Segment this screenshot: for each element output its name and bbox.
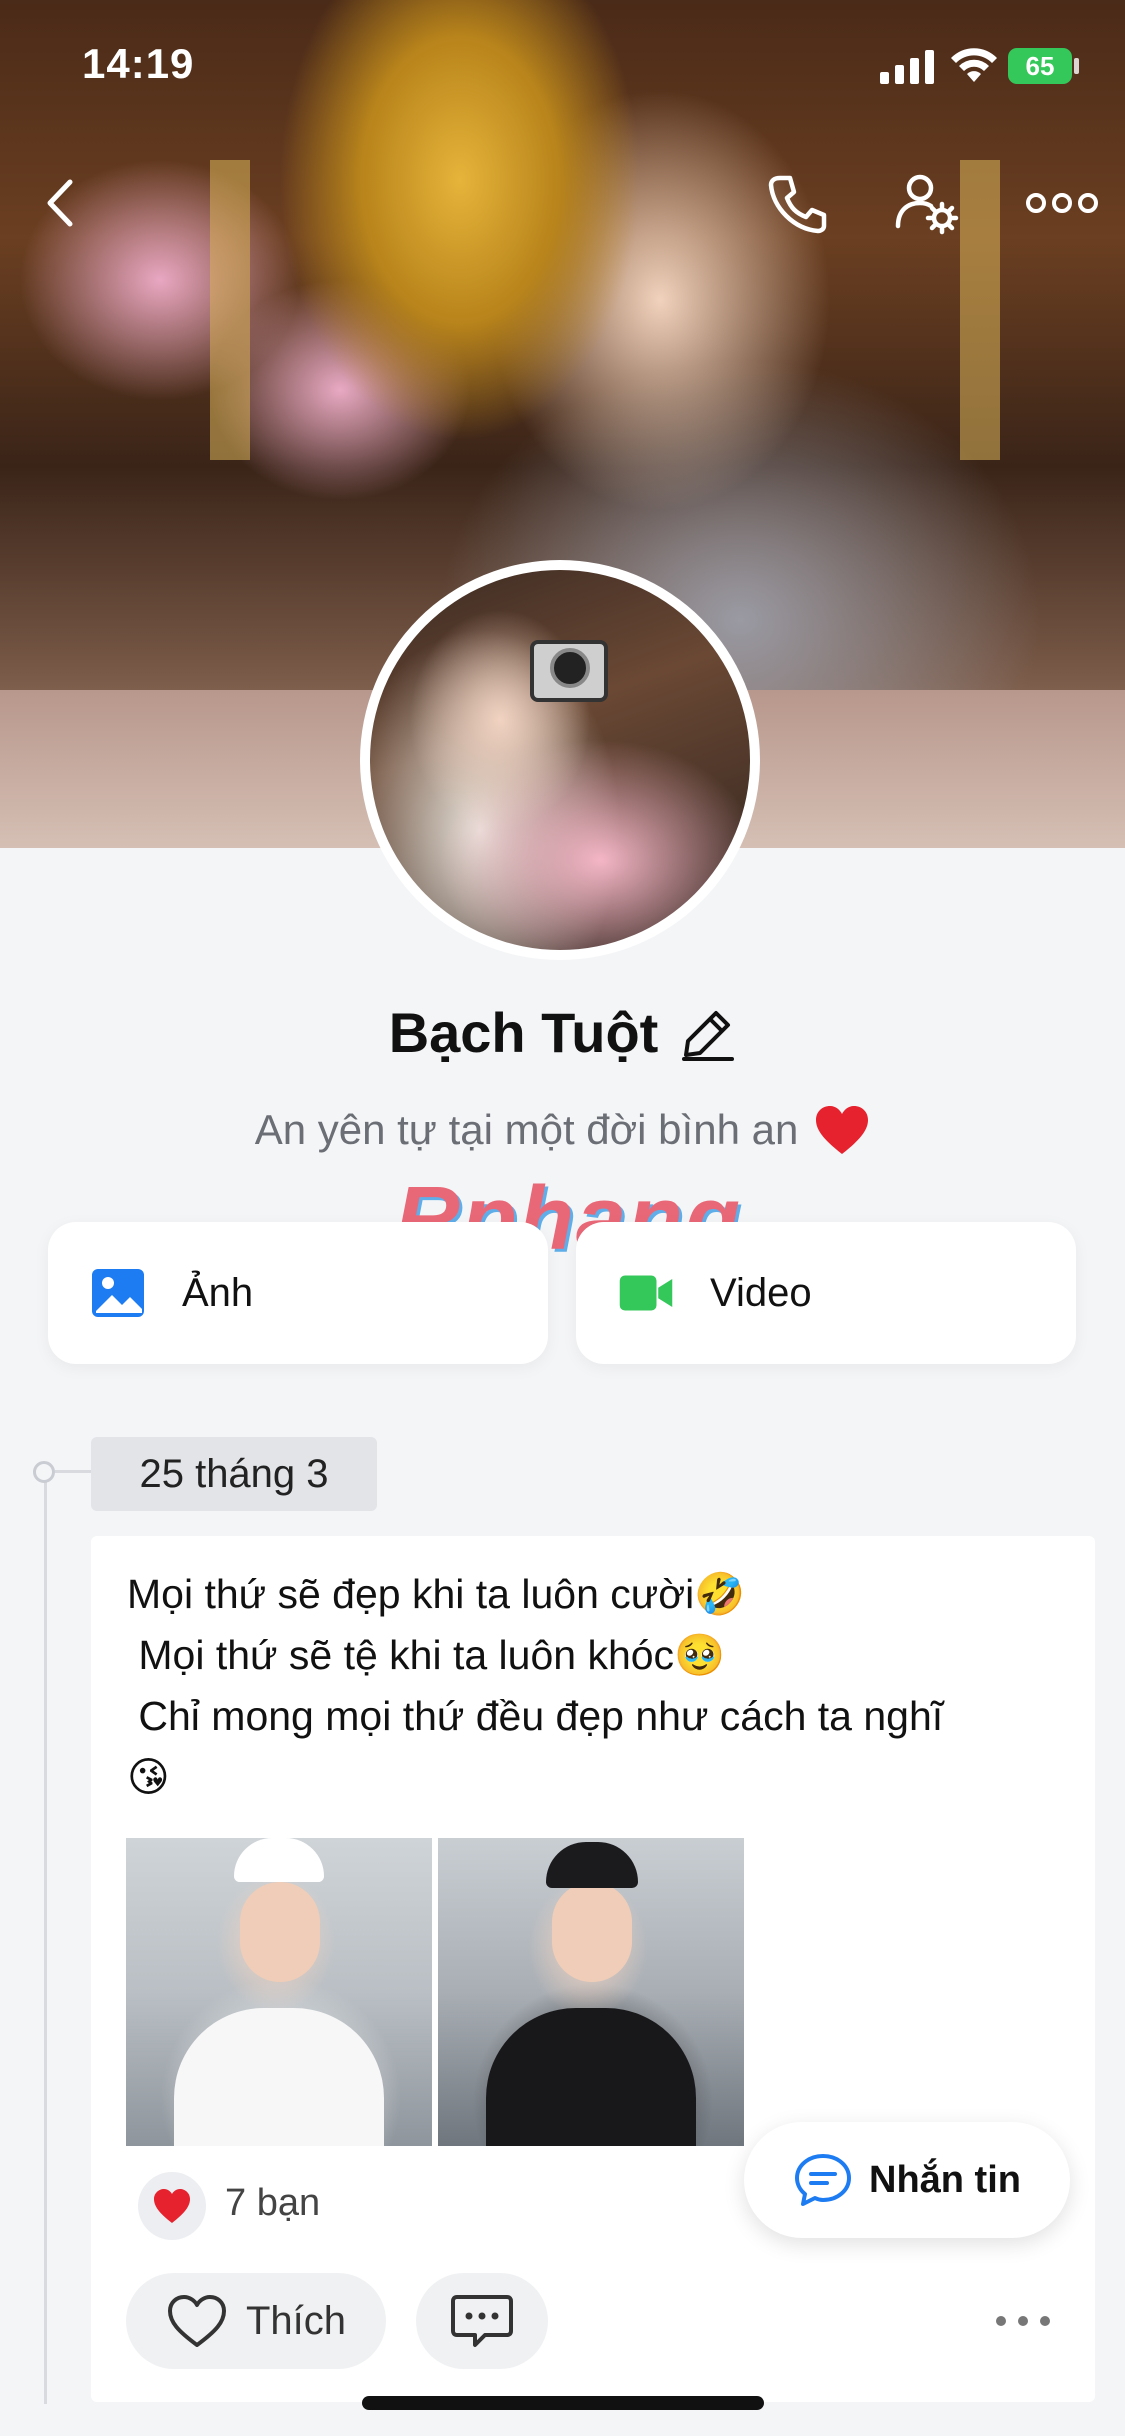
back-icon (47, 179, 73, 227)
post-photo[interactable] (126, 1838, 432, 2146)
post-line: Mọi thứ sẽ tệ khi ta luôn khóc🥹 (127, 1632, 726, 1678)
face (552, 1882, 632, 1982)
chef-hat (546, 1842, 638, 1888)
post-line: 😘 (127, 1754, 170, 1800)
reaction-count[interactable]: 7 bạn (225, 2182, 320, 2225)
message-button[interactable]: Nhắn tin (744, 2122, 1070, 2238)
heart-outline-icon (167, 2295, 226, 2347)
videos-button[interactable]: Video (576, 1222, 1076, 1364)
wifi-icon (951, 48, 997, 82)
photos-button[interactable]: Ảnh (48, 1222, 548, 1364)
back-button[interactable] (26, 168, 96, 238)
post-line: Chỉ mong mọi thứ đều đẹp như cách ta ngh… (127, 1693, 944, 1739)
edit-name-icon[interactable] (680, 1005, 736, 1061)
timeline-dot (33, 1461, 55, 1483)
photo-icon (92, 1269, 144, 1317)
profile-bio: An yên tự tại một đời bình an (254, 1106, 799, 1153)
message-bubble-icon (795, 2154, 851, 2206)
timeline-connector (55, 1470, 91, 1473)
avatar[interactable] (360, 560, 760, 960)
profile-settings-button[interactable] (892, 168, 962, 238)
comment-icon (451, 2295, 513, 2347)
face (240, 1882, 320, 1982)
status-bar: 14:19 65 (0, 0, 1125, 140)
red-heart-icon (816, 1106, 869, 1154)
battery-nub (1074, 58, 1079, 74)
phone-icon (768, 175, 827, 234)
profile-name: Bạch Tuột (388, 1001, 659, 1064)
post-photo[interactable] (438, 1838, 744, 2146)
comment-button[interactable] (416, 2273, 548, 2369)
post-card[interactable]: Mọi thứ sẽ đẹp khi ta luôn cười🤣 Mọi thứ… (91, 1536, 1095, 2402)
signal-icon (880, 50, 934, 84)
call-button[interactable] (762, 168, 832, 238)
message-label: Nhắn tin (869, 2158, 1021, 2201)
profile-bio-row: An yên tự tại một đời bình an (0, 1104, 1125, 1156)
avatar-image (370, 570, 750, 950)
status-time: 14:19 (82, 40, 195, 87)
chef-coat (486, 2008, 696, 2146)
post-text: Mọi thứ sẽ đẹp khi ta luôn cười🤣 Mọi thứ… (127, 1564, 1067, 1808)
timeline-date: 25 tháng 3 (91, 1437, 377, 1511)
battery-indicator: 65 (1008, 48, 1072, 84)
photos-label: Ảnh (182, 1270, 254, 1315)
like-button[interactable]: Thích (126, 2273, 386, 2369)
home-indicator[interactable] (362, 2396, 764, 2410)
user-settings-icon (895, 174, 959, 235)
reaction-summary[interactable] (138, 2172, 206, 2240)
timeline-line (44, 1472, 47, 2404)
videos-label: Video (710, 1270, 812, 1315)
more-options-button[interactable] (1024, 168, 1100, 238)
heart-reaction-icon (154, 2189, 190, 2223)
chef-coat (174, 2008, 384, 2146)
post-more-icon[interactable] (991, 2306, 1055, 2336)
cover-decoration (210, 160, 250, 460)
profile-name-row: Bạch Tuột (0, 1000, 1125, 1065)
camera-lens (550, 648, 590, 688)
more-icon (1026, 193, 1098, 213)
cover-decoration (960, 160, 1000, 460)
battery-level: 65 (1025, 50, 1055, 81)
post-line: Mọi thứ sẽ đẹp khi ta luôn cười🤣 (127, 1571, 746, 1617)
chef-hat (234, 1838, 324, 1882)
like-label: Thích (245, 2298, 347, 2343)
video-icon (619, 1275, 673, 1311)
